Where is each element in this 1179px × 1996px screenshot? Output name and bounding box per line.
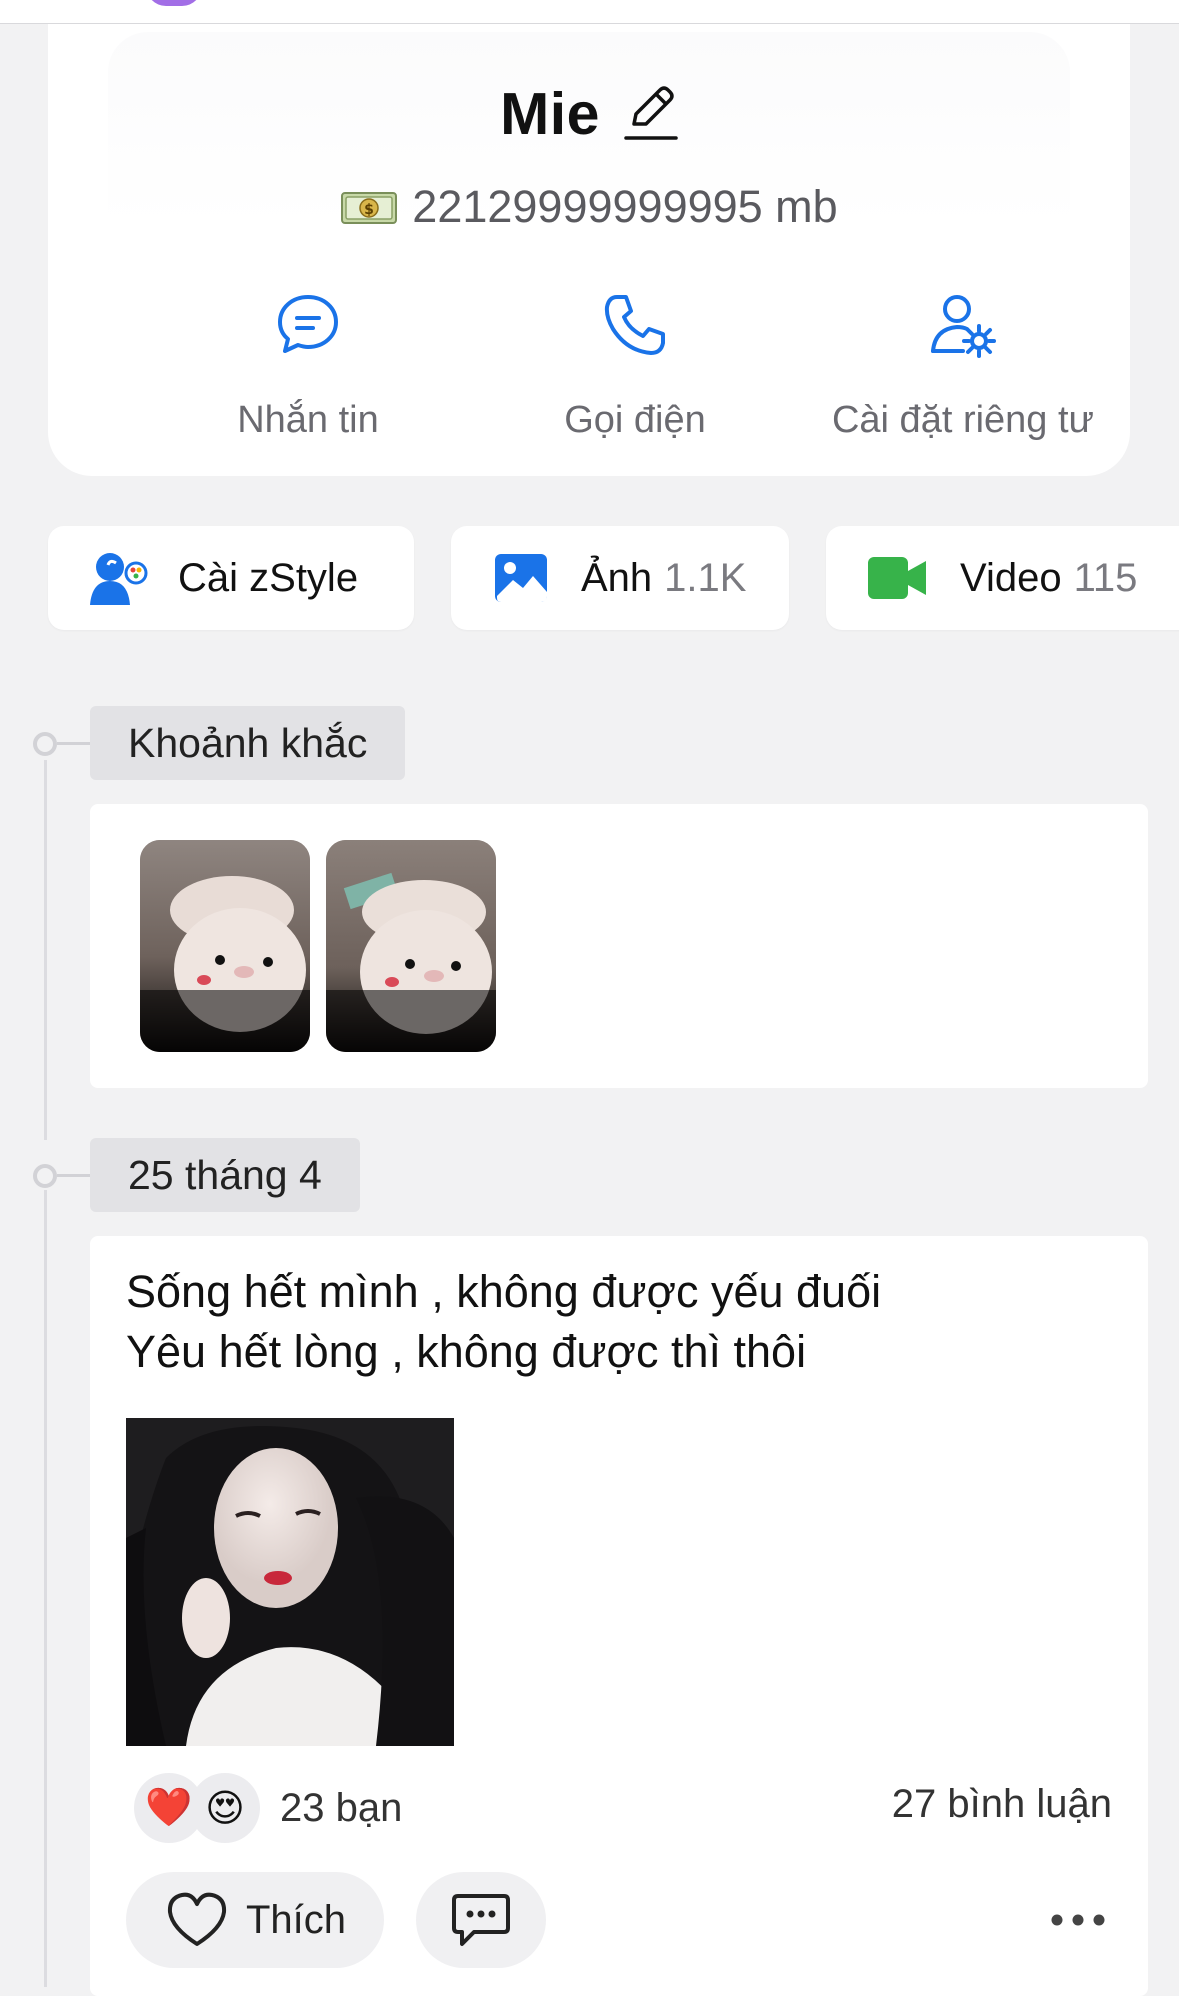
videos-count: 115 <box>1073 555 1138 600</box>
photos-chip[interactable]: Ảnh 1.1K <box>451 526 789 630</box>
user-settings-icon <box>931 295 996 358</box>
edit-pencil-icon[interactable] <box>624 82 678 146</box>
top-bar <box>0 0 1179 24</box>
post-card: Sống hết mình , không được yếu đuối Yêu … <box>90 1236 1148 1996</box>
timeline-line <box>44 760 47 1140</box>
comment-count[interactable]: 27 bình luận <box>892 1782 1112 1827</box>
balance-row: $ 22129999999995 mb <box>48 176 1130 238</box>
heart-reaction-icon: ❤️ <box>134 1773 204 1843</box>
zstyle-label: Cài zStyle <box>178 555 359 600</box>
like-button[interactable]: Thích <box>126 1872 384 1968</box>
profile-name: Mie <box>500 81 600 147</box>
svg-text:$: $ <box>364 202 374 218</box>
chat-bubble-icon <box>278 295 338 353</box>
photos-label: Ảnh <box>581 555 653 600</box>
timeline-connector <box>57 742 90 745</box>
call-label: Gọi điện <box>564 399 706 441</box>
profile-name-row: Mie <box>48 74 1130 154</box>
moment-image <box>326 840 496 1052</box>
timeline-connector <box>57 1174 90 1177</box>
moment-thumbnail[interactable] <box>326 840 496 1052</box>
moments-section-label: Khoảnh khắc <box>90 706 406 780</box>
privacy-settings-label: Cài đặt riêng tư <box>831 399 1094 441</box>
date-section-label: 25 tháng 4 <box>90 1138 360 1212</box>
more-dots-icon <box>1051 1914 1105 1926</box>
call-button[interactable]: Gọi điện <box>455 269 815 449</box>
message-button[interactable]: Nhắn tin <box>128 269 488 449</box>
image-icon <box>495 554 547 602</box>
reactions-summary[interactable]: ❤️ 😍 23 bạn <box>134 1770 402 1846</box>
privacy-settings-button[interactable]: Cài đặt riêng tư <box>783 269 1143 449</box>
post-caption: Sống hết mình , không được yếu đuối Yêu … <box>126 1262 1106 1382</box>
moment-image <box>140 840 310 1052</box>
zstyle-chip[interactable]: Cài zStyle <box>48 526 414 630</box>
video-camera-icon <box>868 557 926 599</box>
portrait-image <box>126 1418 454 1746</box>
moment-thumbnail[interactable] <box>140 840 310 1052</box>
timeline-node <box>33 732 57 756</box>
balance-value: 22129999999995 mb <box>412 181 838 232</box>
post-caption-line: Sống hết mình , không được yếu đuối <box>126 1266 882 1317</box>
comment-icon <box>452 1894 510 1946</box>
moments-card <box>90 804 1148 1088</box>
post-caption-line: Yêu hết lòng , không được thì thôi <box>126 1326 807 1377</box>
comment-button[interactable] <box>416 1872 546 1968</box>
zstyle-icon <box>90 553 148 605</box>
reaction-count: 23 bạn <box>280 1785 403 1830</box>
more-options-button[interactable] <box>1048 1900 1108 1940</box>
profile-actions: Nhắn tin Gọi điện Cài đặt riêng tư <box>48 269 1130 449</box>
videos-label: Video <box>960 555 1062 600</box>
like-label: Thích <box>246 1897 347 1942</box>
phone-icon <box>604 295 665 355</box>
timeline-node <box>33 1164 57 1188</box>
profile-card: Mie $ 22129999999995 mb Nhắn tin Gọi điệ… <box>48 24 1130 476</box>
photos-count: 1.1K <box>664 555 747 600</box>
post-photo[interactable] <box>126 1418 454 1746</box>
money-banknote-icon: $ <box>341 192 398 224</box>
videos-chip[interactable]: Video 115 <box>826 526 1179 630</box>
heart-outline-icon <box>167 1892 227 1946</box>
message-label: Nhắn tin <box>237 399 379 441</box>
avatar[interactable] <box>146 0 202 6</box>
timeline-line <box>44 1190 47 1987</box>
